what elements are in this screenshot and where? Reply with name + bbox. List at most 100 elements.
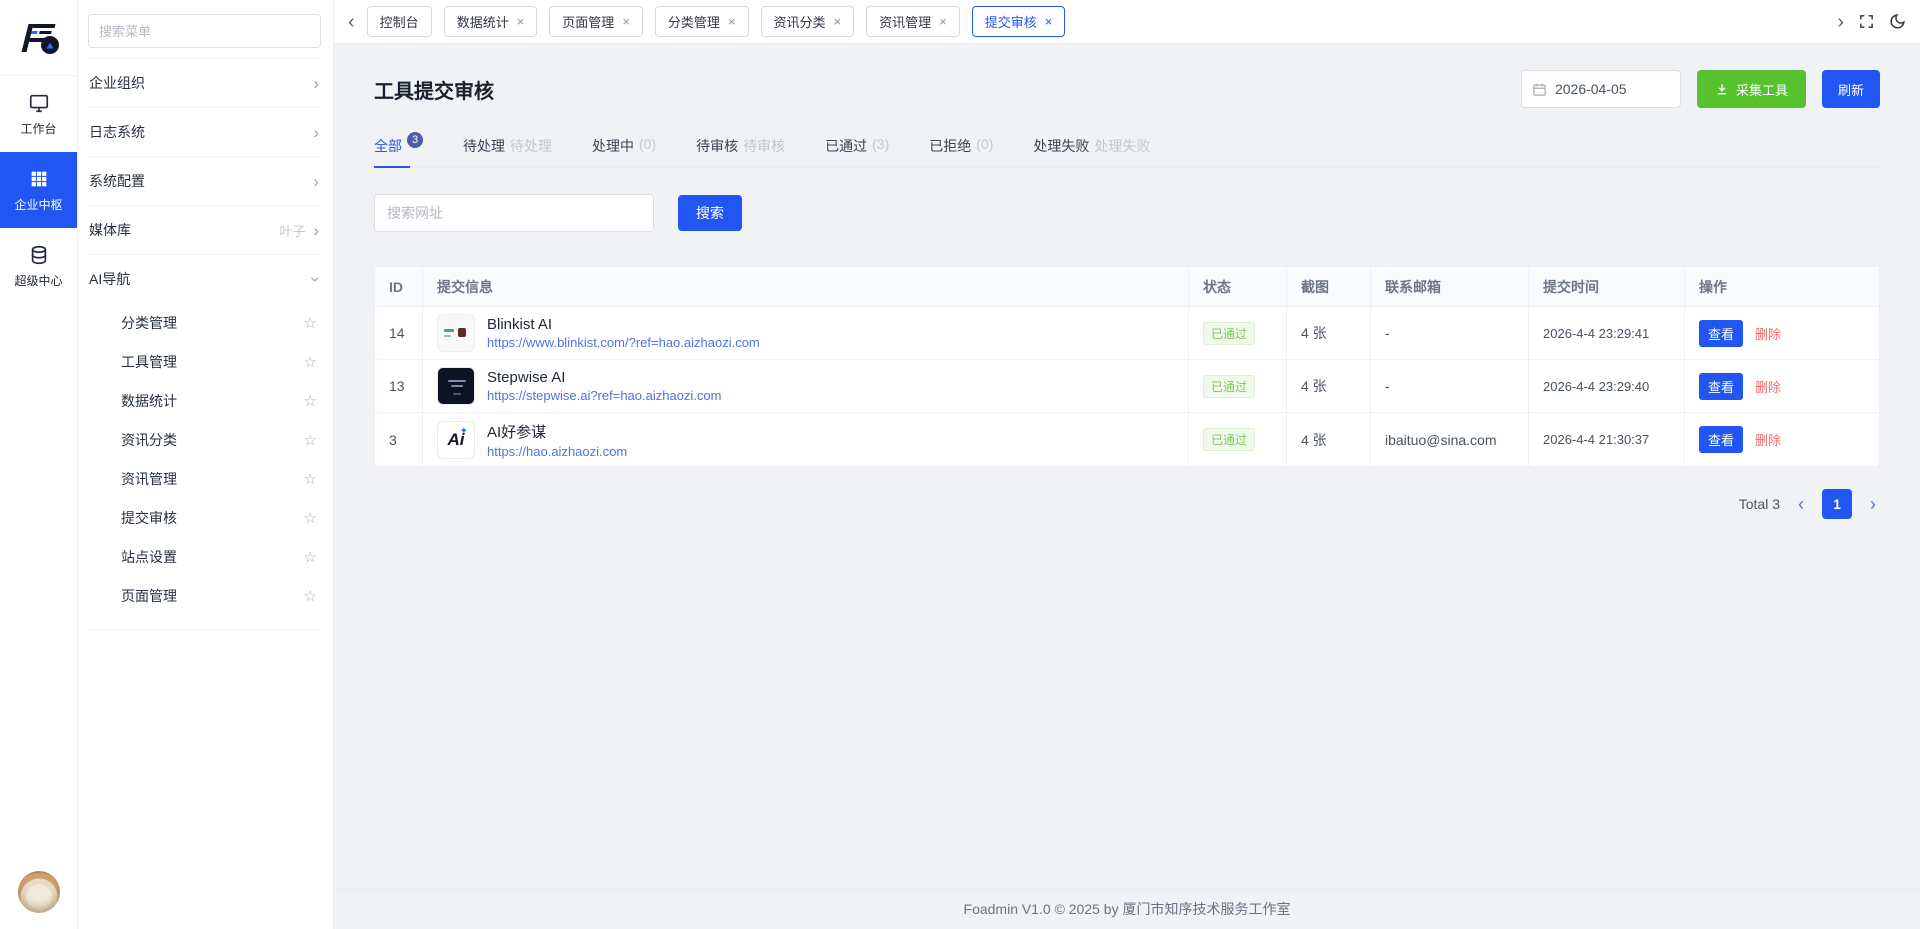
filter-tab-pending[interactable]: 待处理 待处理: [463, 136, 552, 167]
sidebar-subitem-news-mgmt[interactable]: 资讯管理 ☆: [78, 459, 333, 498]
tool-name: Blinkist AI: [487, 316, 760, 333]
filter-tab-all[interactable]: 全部 3: [374, 136, 423, 167]
tabs-scroll-right-icon[interactable]: ›: [1837, 12, 1844, 32]
rail-item-super-center[interactable]: 超级中心: [0, 228, 77, 304]
tab-submission-review[interactable]: 提交审核 ×: [972, 6, 1066, 37]
prev-page-icon[interactable]: ‹: [1794, 495, 1808, 513]
dark-mode-moon-icon[interactable]: [1889, 13, 1906, 30]
tool-thumbnail[interactable]: Ai✦: [437, 421, 475, 459]
tab-label: 提交审核: [985, 12, 1037, 31]
sidebar-item-log-system[interactable]: 日志系统 ›: [78, 108, 333, 156]
star-icon[interactable]: ☆: [304, 548, 317, 566]
tab-label: 资讯管理: [879, 12, 931, 31]
database-icon: [28, 244, 50, 266]
refresh-button[interactable]: 刷新: [1822, 70, 1880, 108]
download-icon: [1715, 82, 1729, 96]
filter-tab-failed[interactable]: 处理失败 处理失败: [1033, 136, 1150, 167]
divider: [88, 629, 321, 630]
sidebar-subitem-submission-review[interactable]: 提交审核 ☆: [78, 498, 333, 537]
star-icon[interactable]: ☆: [304, 587, 317, 605]
cell-email: -: [1371, 360, 1529, 413]
cell-time: 2026-4-4 23:29:41: [1529, 307, 1685, 360]
sidebar-subitem-news-category[interactable]: 资讯分类 ☆: [78, 420, 333, 459]
star-icon[interactable]: ☆: [304, 431, 317, 449]
cell-time: 2026-4-4 23:29:40: [1529, 360, 1685, 413]
filter-label: 待审核: [696, 136, 738, 156]
close-icon[interactable]: ×: [622, 15, 630, 28]
date-picker[interactable]: 2026-04-05: [1521, 70, 1681, 108]
tab-data-stats[interactable]: 数据统计 ×: [444, 6, 538, 37]
filter-sub-label: 待审核: [743, 136, 785, 156]
view-button[interactable]: 查看: [1699, 373, 1743, 400]
search-button[interactable]: 搜索: [678, 195, 742, 231]
table-row: 3 Ai✦ AI好参谋 https://hao.aizhaozi.com 已通过…: [375, 413, 1879, 466]
next-page-icon[interactable]: ›: [1866, 495, 1880, 513]
tab-news-mgmt[interactable]: 资讯管理 ×: [866, 6, 960, 37]
tab-page-mgmt[interactable]: 页面管理 ×: [549, 6, 643, 37]
filter-label: 已通过: [825, 136, 867, 156]
tool-thumbnail[interactable]: [437, 367, 475, 405]
close-icon[interactable]: ×: [728, 15, 736, 28]
sidebar-item-system-config[interactable]: 系统配置 ›: [78, 157, 333, 205]
sidebar-item-media-library[interactable]: 媒体库 叶子 ›: [78, 206, 333, 254]
tool-url-link[interactable]: https://stepwise.ai?ref=hao.aizhaozi.com: [487, 388, 722, 403]
sidebar-subitem-data-stats[interactable]: 数据统计 ☆: [78, 381, 333, 420]
fullscreen-icon[interactable]: [1858, 13, 1875, 30]
delete-link[interactable]: 删除: [1755, 377, 1781, 396]
status-badge: 已通过: [1203, 375, 1255, 398]
star-icon[interactable]: ☆: [304, 470, 317, 488]
sidebar-item-ai-nav[interactable]: AI导航 ›: [78, 255, 333, 303]
star-icon[interactable]: ☆: [304, 353, 317, 371]
star-icon[interactable]: ☆: [304, 314, 317, 332]
sidebar-subitem-tool-mgmt[interactable]: 工具管理 ☆: [78, 342, 333, 381]
tool-thumbnail[interactable]: [437, 314, 475, 352]
tab-news-category[interactable]: 资讯分类 ×: [761, 6, 855, 37]
view-button[interactable]: 查看: [1699, 426, 1743, 453]
view-button[interactable]: 查看: [1699, 320, 1743, 347]
rail-item-workbench[interactable]: 工作台: [0, 76, 77, 152]
filter-tab-rejected[interactable]: 已拒绝 (0): [929, 136, 993, 167]
sidebar-subitem-category-mgmt[interactable]: 分类管理 ☆: [78, 303, 333, 342]
chevron-right-icon: ›: [313, 173, 319, 190]
rail-item-label: 工作台: [20, 120, 56, 137]
page-content: 工具提交审核 2026-04-05 采集工具 刷新: [334, 44, 1920, 889]
delete-link[interactable]: 删除: [1755, 430, 1781, 449]
cell-email: -: [1371, 307, 1529, 360]
sidebar-item-enterprise-org[interactable]: 企业组织 ›: [78, 59, 333, 107]
delete-link[interactable]: 删除: [1755, 324, 1781, 343]
tab-category-mgmt[interactable]: 分类管理 ×: [655, 6, 749, 37]
sidebar-subitem-page-mgmt[interactable]: 页面管理 ☆: [78, 576, 333, 615]
sidebar-subitem-label: 资讯管理: [121, 469, 304, 489]
tool-name: AI好参谋: [487, 421, 627, 442]
tool-url-link[interactable]: https://hao.aizhaozi.com: [487, 444, 627, 459]
tool-url-link[interactable]: https://www.blinkist.com/?ref=hao.aizhao…: [487, 335, 760, 350]
rail-item-enterprise-hub[interactable]: 企业中枢: [0, 152, 77, 228]
collect-tools-label: 采集工具: [1736, 80, 1788, 99]
close-icon[interactable]: ×: [834, 15, 842, 28]
sidebar-item-label: 企业组织: [89, 73, 313, 93]
menu-search-input[interactable]: [88, 14, 321, 48]
filter-tab-awaiting-review[interactable]: 待审核 待审核: [696, 136, 785, 167]
page-number-button[interactable]: 1: [1822, 489, 1852, 519]
close-icon[interactable]: ×: [1045, 15, 1053, 28]
star-icon[interactable]: ☆: [304, 392, 317, 410]
url-search-input[interactable]: [374, 194, 654, 232]
tab-console[interactable]: 控制台: [367, 6, 432, 37]
star-icon[interactable]: ☆: [304, 509, 317, 527]
cell-email: ibaituo@sina.com: [1371, 413, 1529, 466]
filter-tab-approved[interactable]: 已通过 (3): [825, 136, 889, 167]
tabs-scroll-left-icon[interactable]: ‹: [348, 12, 355, 32]
date-value: 2026-04-05: [1555, 81, 1627, 97]
close-icon[interactable]: ×: [517, 15, 525, 28]
filter-label: 待处理: [463, 136, 505, 156]
collect-tools-button[interactable]: 采集工具: [1697, 70, 1806, 108]
sidebar-subitem-site-settings[interactable]: 站点设置 ☆: [78, 537, 333, 576]
filter-label: 处理中: [592, 136, 634, 156]
chevron-down-icon: ›: [308, 276, 325, 282]
filter-tab-processing[interactable]: 处理中 (0): [592, 136, 656, 167]
sidebar-subitem-label: 站点设置: [121, 547, 304, 567]
icon-rail: 工作台 企业中枢 超级中心: [0, 0, 78, 929]
user-avatar[interactable]: [18, 871, 60, 913]
close-icon[interactable]: ×: [939, 15, 947, 28]
tab-label: 资讯分类: [774, 12, 826, 31]
